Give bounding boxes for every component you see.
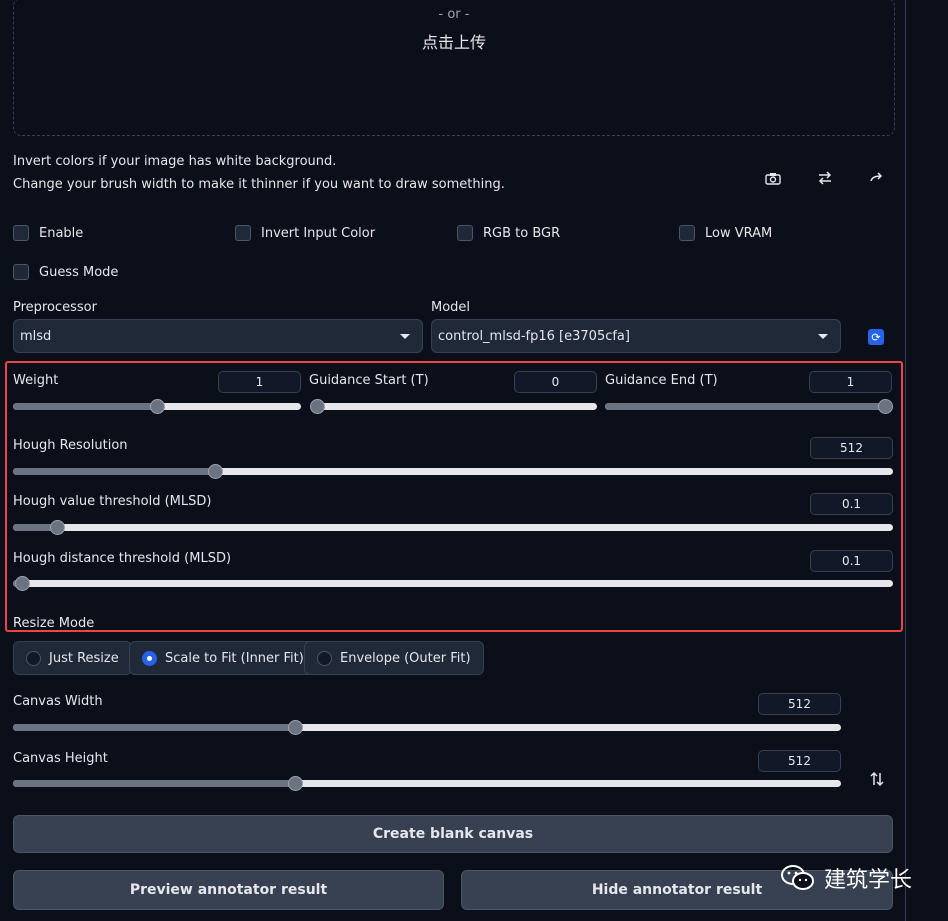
- low-vram-checkbox[interactable]: Low VRAM: [679, 225, 772, 241]
- camera-icon[interactable]: [762, 167, 784, 189]
- canvas-height-slider[interactable]: [13, 776, 841, 791]
- weight-slider[interactable]: [13, 399, 301, 414]
- preview-annotator-button[interactable]: Preview annotator result: [13, 870, 444, 910]
- create-blank-canvas-button[interactable]: Create blank canvas: [13, 815, 893, 853]
- watermark: 建筑学长: [780, 862, 912, 894]
- canvas-height-number-input[interactable]: 512: [758, 750, 841, 772]
- weight-number-input[interactable]: 1: [218, 371, 301, 393]
- slider-thumb[interactable]: [287, 720, 303, 735]
- canvas-width-slider[interactable]: [13, 720, 841, 735]
- slider-fill: [13, 780, 295, 787]
- slider-fill: [13, 468, 216, 475]
- radio-label: Just Resize: [49, 650, 119, 666]
- preprocessor-select[interactable]: mlsd: [13, 319, 423, 353]
- guidance-start-number-input[interactable]: 0: [514, 371, 597, 393]
- preprocessor-label: Preprocessor: [13, 300, 97, 315]
- checkbox-box[interactable]: [13, 264, 29, 280]
- guidance-end-slider[interactable]: [605, 399, 893, 414]
- guidance-start-slider[interactable]: [310, 399, 597, 414]
- checkbox-box[interactable]: [13, 225, 29, 241]
- slider-fill: [605, 403, 885, 410]
- hough-resolution-slider[interactable]: [13, 464, 893, 479]
- canvas-height-label: Canvas Height: [13, 751, 108, 766]
- guidance-end-label: Guidance End (T): [605, 373, 718, 388]
- checkbox-box[interactable]: [235, 225, 251, 241]
- radio-label: Scale to Fit (Inner Fit): [165, 650, 304, 666]
- hough-resolution-number-input[interactable]: 512: [810, 437, 893, 459]
- swap-icon[interactable]: [814, 167, 836, 189]
- canvas-width-label: Canvas Width: [13, 694, 103, 709]
- hough-resolution-label: Hough Resolution: [13, 438, 128, 453]
- image-upload-area[interactable]: - or - 点击上传: [13, 0, 895, 136]
- swap-dimensions-icon[interactable]: [866, 768, 888, 790]
- guess-mode-checkbox[interactable]: Guess Mode: [13, 264, 118, 280]
- upload-or-text: - or -: [438, 7, 470, 22]
- canvas-width-number-input[interactable]: 512: [758, 693, 841, 715]
- checkbox-box[interactable]: [679, 225, 695, 241]
- radio-envelope[interactable]: Envelope (Outer Fit): [304, 641, 484, 675]
- hough-value-threshold-label: Hough value threshold (MLSD): [13, 494, 212, 509]
- hough-distance-threshold-slider[interactable]: [13, 576, 893, 591]
- checkbox-label: RGB to BGR: [483, 225, 561, 241]
- upload-click-text[interactable]: 点击上传: [14, 29, 894, 53]
- checkbox-box[interactable]: [457, 225, 473, 241]
- hough-distance-threshold-label: Hough distance threshold (MLSD): [13, 551, 232, 566]
- enable-checkbox[interactable]: Enable: [13, 225, 83, 241]
- chevron-down-icon: [400, 333, 410, 339]
- hint-invert: Invert colors if your image has white ba…: [13, 154, 337, 169]
- checkbox-label: Invert Input Color: [261, 225, 376, 241]
- model-select[interactable]: control_mlsd-fp16 [e3705cfa]: [431, 319, 841, 353]
- chevron-down-icon: [818, 333, 828, 339]
- slider-thumb[interactable]: [50, 520, 65, 535]
- rgb-bgr-checkbox[interactable]: RGB to BGR: [457, 225, 560, 241]
- checkbox-label: Enable: [39, 225, 84, 241]
- resize-mode-label: Resize Mode: [13, 616, 95, 631]
- model-value: control_mlsd-fp16 [e3705cfa]: [438, 328, 630, 344]
- radio-just-resize[interactable]: Just Resize: [13, 641, 132, 675]
- hint-brush: Change your brush width to make it thinn…: [13, 177, 505, 192]
- hough-value-threshold-slider[interactable]: [13, 520, 893, 535]
- checkbox-label: Guess Mode: [39, 264, 119, 280]
- hough-value-threshold-number-input[interactable]: 0.1: [810, 493, 893, 515]
- slider-thumb[interactable]: [310, 399, 325, 414]
- radio-dot[interactable]: [317, 650, 332, 666]
- radio-dot-selected[interactable]: [142, 650, 157, 666]
- slider-thumb[interactable]: [287, 776, 303, 791]
- checkbox-label: Low VRAM: [705, 225, 773, 241]
- slider-thumb[interactable]: [14, 576, 30, 591]
- slider-thumb[interactable]: [150, 399, 165, 414]
- arrow-icon[interactable]: [866, 167, 888, 189]
- weight-label: Weight: [13, 373, 59, 388]
- guidance-end-number-input[interactable]: 1: [809, 371, 892, 393]
- refresh-icon[interactable]: ⟳: [868, 329, 884, 345]
- guidance-start-label: Guidance Start (T): [309, 373, 429, 388]
- wechat-icon: [780, 864, 816, 892]
- radio-dot[interactable]: [26, 650, 41, 666]
- slider-thumb[interactable]: [878, 399, 893, 414]
- hough-distance-threshold-number-input[interactable]: 0.1: [810, 550, 893, 572]
- slider-fill: [13, 724, 295, 731]
- preprocessor-value: mlsd: [20, 328, 52, 344]
- invert-color-checkbox[interactable]: Invert Input Color: [235, 225, 375, 241]
- panel-divider: [905, 0, 906, 921]
- radio-label: Envelope (Outer Fit): [340, 650, 471, 666]
- radio-scale-to-fit[interactable]: Scale to Fit (Inner Fit): [129, 641, 317, 675]
- model-label: Model: [431, 300, 471, 315]
- watermark-text: 建筑学长: [824, 868, 913, 893]
- slider-fill: [13, 403, 157, 410]
